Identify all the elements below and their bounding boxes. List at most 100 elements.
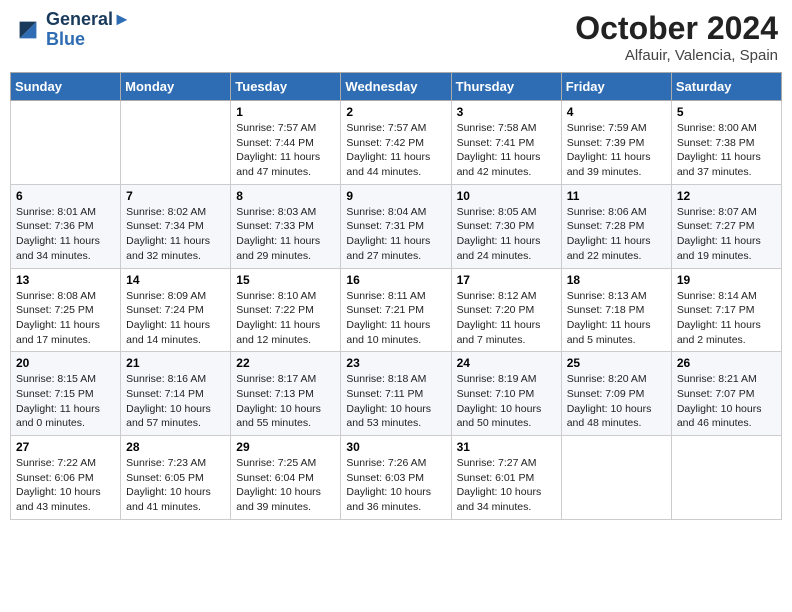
day-number: 17 — [457, 273, 556, 287]
calendar-week-row: 13 Sunrise: 8:08 AM Sunset: 7:25 PM Dayli… — [11, 268, 782, 352]
calendar-day-cell: 4Sunrise: 7:59 AM Sunset: 7:39 PM Daylig… — [561, 101, 671, 185]
day-of-week-header: Monday — [121, 73, 231, 101]
month-title: October 2024 — [575, 10, 778, 47]
day-info: Sunrise: 7:26 AM Sunset: 6:03 PM Dayligh… — [346, 456, 445, 515]
day-info: Sunrise: 8:20 AM Sunset: 7:09 PM Dayligh… — [567, 372, 666, 431]
calendar-day-cell: 29 Sunrise: 7:25 AM Sunset: 6:04 PM Dayli… — [231, 436, 341, 520]
calendar-day-cell: 13 Sunrise: 8:08 AM Sunset: 7:25 PM Dayli… — [11, 268, 121, 352]
title-block: October 2024 Alfauir, Valencia, Spain — [575, 10, 778, 64]
day-number: 25 — [567, 356, 666, 370]
day-number: 29 — [236, 440, 335, 454]
calendar-day-cell: 1 Sunrise: 7:57 AM Sunset: 7:44 PM Daylig… — [231, 101, 341, 185]
day-of-week-header: Thursday — [451, 73, 561, 101]
day-number: 3 — [457, 105, 556, 119]
day-number: 12 — [677, 189, 776, 203]
calendar-day-cell: 16Sunrise: 8:11 AM Sunset: 7:21 PM Dayli… — [341, 268, 451, 352]
calendar-day-cell: 25 Sunrise: 8:20 AM Sunset: 7:09 PM Dayli… — [561, 352, 671, 436]
calendar-day-cell: 3 Sunrise: 7:58 AM Sunset: 7:41 PM Daylig… — [451, 101, 561, 185]
calendar-day-cell — [671, 436, 781, 520]
day-info: Sunrise: 7:22 AM Sunset: 6:06 PM Dayligh… — [16, 456, 115, 515]
calendar-header-row: SundayMondayTuesdayWednesdayThursdayFrid… — [11, 73, 782, 101]
calendar-day-cell: 30 Sunrise: 7:26 AM Sunset: 6:03 PM Dayli… — [341, 436, 451, 520]
day-number: 6 — [16, 189, 115, 203]
day-number: 26 — [677, 356, 776, 370]
day-info: Sunrise: 7:25 AM Sunset: 6:04 PM Dayligh… — [236, 456, 335, 515]
day-of-week-header: Wednesday — [341, 73, 451, 101]
day-info: Sunrise: 7:57 AM Sunset: 7:42 PM Dayligh… — [346, 121, 445, 180]
day-of-week-header: Saturday — [671, 73, 781, 101]
day-info: Sunrise: 7:59 AM Sunset: 7:39 PM Dayligh… — [567, 121, 666, 180]
calendar-day-cell: 12Sunrise: 8:07 AM Sunset: 7:27 PM Dayli… — [671, 184, 781, 268]
day-number: 15 — [236, 273, 335, 287]
day-info: Sunrise: 7:23 AM Sunset: 6:05 PM Dayligh… — [126, 456, 225, 515]
day-of-week-header: Tuesday — [231, 73, 341, 101]
day-number: 2 — [346, 105, 445, 119]
day-of-week-header: Sunday — [11, 73, 121, 101]
calendar-day-cell: 8 Sunrise: 8:03 AM Sunset: 7:33 PM Daylig… — [231, 184, 341, 268]
day-number: 8 — [236, 189, 335, 203]
day-info: Sunrise: 8:15 AM Sunset: 7:15 PM Dayligh… — [16, 372, 115, 431]
day-number: 14 — [126, 273, 225, 287]
day-info: Sunrise: 8:00 AM Sunset: 7:38 PM Dayligh… — [677, 121, 776, 180]
calendar-day-cell: 21 Sunrise: 8:16 AM Sunset: 7:14 PM Dayli… — [121, 352, 231, 436]
calendar-day-cell — [121, 101, 231, 185]
day-number: 18 — [567, 273, 666, 287]
day-number: 23 — [346, 356, 445, 370]
calendar-day-cell: 19 Sunrise: 8:14 AM Sunset: 7:17 PM Dayli… — [671, 268, 781, 352]
day-info: Sunrise: 7:27 AM Sunset: 6:01 PM Dayligh… — [457, 456, 556, 515]
calendar-day-cell: 10Sunrise: 8:05 AM Sunset: 7:30 PM Dayli… — [451, 184, 561, 268]
day-info: Sunrise: 8:02 AM Sunset: 7:34 PM Dayligh… — [126, 205, 225, 264]
calendar-day-cell: 17 Sunrise: 8:12 AM Sunset: 7:20 PM Dayli… — [451, 268, 561, 352]
day-number: 27 — [16, 440, 115, 454]
calendar-day-cell: 18Sunrise: 8:13 AM Sunset: 7:18 PM Dayli… — [561, 268, 671, 352]
day-number: 10 — [457, 189, 556, 203]
page-header: General► Blue October 2024 Alfauir, Vale… — [10, 10, 782, 64]
calendar-day-cell: 2 Sunrise: 7:57 AM Sunset: 7:42 PM Daylig… — [341, 101, 451, 185]
calendar-day-cell: 6 Sunrise: 8:01 AM Sunset: 7:36 PM Daylig… — [11, 184, 121, 268]
calendar-day-cell: 23Sunrise: 8:18 AM Sunset: 7:11 PM Dayli… — [341, 352, 451, 436]
calendar-day-cell: 22Sunrise: 8:17 AM Sunset: 7:13 PM Dayli… — [231, 352, 341, 436]
day-info: Sunrise: 8:12 AM Sunset: 7:20 PM Dayligh… — [457, 289, 556, 348]
calendar-day-cell — [561, 436, 671, 520]
day-number: 5 — [677, 105, 776, 119]
calendar-day-cell: 31 Sunrise: 7:27 AM Sunset: 6:01 PM Dayli… — [451, 436, 561, 520]
calendar-table: SundayMondayTuesdayWednesdayThursdayFrid… — [10, 72, 782, 520]
logo-text: General► Blue — [46, 10, 131, 50]
day-number: 31 — [457, 440, 556, 454]
day-info: Sunrise: 8:01 AM Sunset: 7:36 PM Dayligh… — [16, 205, 115, 264]
day-number: 28 — [126, 440, 225, 454]
calendar-week-row: 1 Sunrise: 7:57 AM Sunset: 7:44 PM Daylig… — [11, 101, 782, 185]
day-number: 19 — [677, 273, 776, 287]
day-info: Sunrise: 8:21 AM Sunset: 7:07 PM Dayligh… — [677, 372, 776, 431]
day-info: Sunrise: 8:04 AM Sunset: 7:31 PM Dayligh… — [346, 205, 445, 264]
calendar-day-cell: 24 Sunrise: 8:19 AM Sunset: 7:10 PM Dayli… — [451, 352, 561, 436]
day-number: 22 — [236, 356, 335, 370]
day-info: Sunrise: 8:19 AM Sunset: 7:10 PM Dayligh… — [457, 372, 556, 431]
calendar-week-row: 27 Sunrise: 7:22 AM Sunset: 6:06 PM Dayli… — [11, 436, 782, 520]
day-number: 1 — [236, 105, 335, 119]
calendar-day-cell: 26 Sunrise: 8:21 AM Sunset: 7:07 PM Dayli… — [671, 352, 781, 436]
calendar-day-cell: 9 Sunrise: 8:04 AM Sunset: 7:31 PM Daylig… — [341, 184, 451, 268]
day-info: Sunrise: 8:09 AM Sunset: 7:24 PM Dayligh… — [126, 289, 225, 348]
location-title: Alfauir, Valencia, Spain — [575, 47, 778, 64]
day-number: 11 — [567, 189, 666, 203]
day-info: Sunrise: 8:14 AM Sunset: 7:17 PM Dayligh… — [677, 289, 776, 348]
day-info: Sunrise: 8:08 AM Sunset: 7:25 PM Dayligh… — [16, 289, 115, 348]
calendar-day-cell: 28 Sunrise: 7:23 AM Sunset: 6:05 PM Dayli… — [121, 436, 231, 520]
calendar-week-row: 6 Sunrise: 8:01 AM Sunset: 7:36 PM Daylig… — [11, 184, 782, 268]
calendar-day-cell: 7 Sunrise: 8:02 AM Sunset: 7:34 PM Daylig… — [121, 184, 231, 268]
day-number: 24 — [457, 356, 556, 370]
day-info: Sunrise: 8:03 AM Sunset: 7:33 PM Dayligh… — [236, 205, 335, 264]
day-info: Sunrise: 7:58 AM Sunset: 7:41 PM Dayligh… — [457, 121, 556, 180]
day-info: Sunrise: 8:16 AM Sunset: 7:14 PM Dayligh… — [126, 372, 225, 431]
day-number: 21 — [126, 356, 225, 370]
day-number: 9 — [346, 189, 445, 203]
day-info: Sunrise: 7:57 AM Sunset: 7:44 PM Dayligh… — [236, 121, 335, 180]
day-number: 7 — [126, 189, 225, 203]
calendar-day-cell: 14 Sunrise: 8:09 AM Sunset: 7:24 PM Dayli… — [121, 268, 231, 352]
day-info: Sunrise: 8:06 AM Sunset: 7:28 PM Dayligh… — [567, 205, 666, 264]
day-number: 13 — [16, 273, 115, 287]
calendar-day-cell: 20Sunrise: 8:15 AM Sunset: 7:15 PM Dayli… — [11, 352, 121, 436]
day-info: Sunrise: 8:11 AM Sunset: 7:21 PM Dayligh… — [346, 289, 445, 348]
day-number: 30 — [346, 440, 445, 454]
